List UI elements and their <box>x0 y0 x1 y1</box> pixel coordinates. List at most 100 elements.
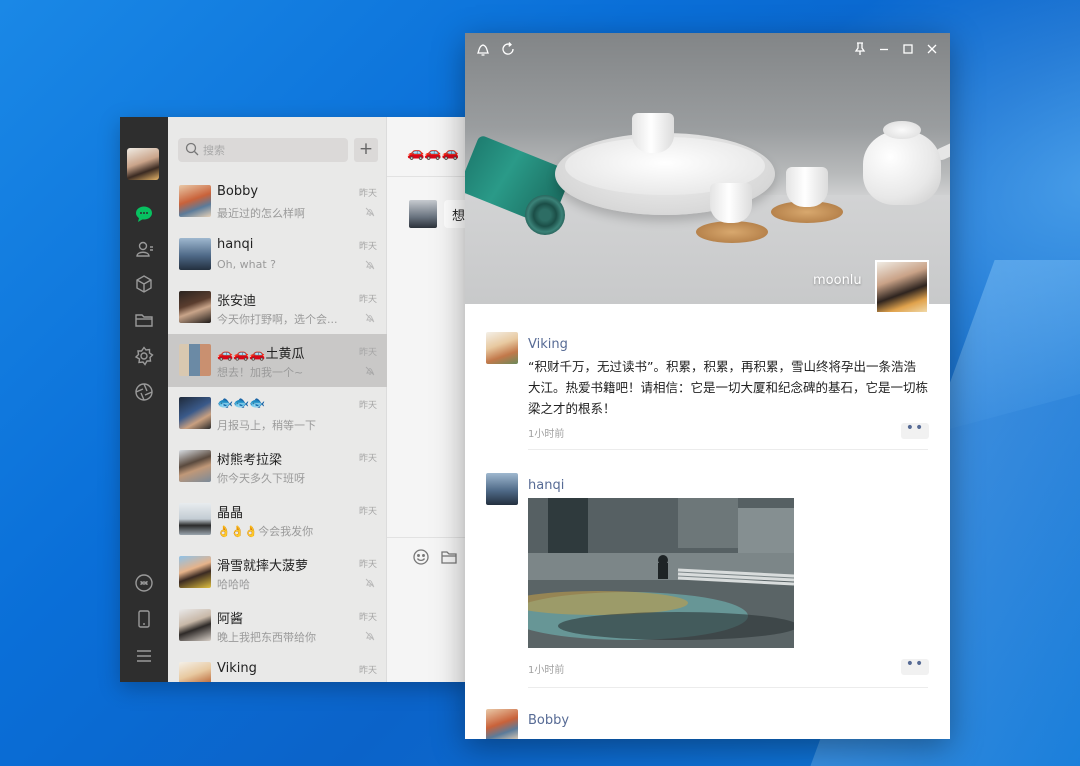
street-photo-image <box>528 498 794 648</box>
post-avatar[interactable] <box>486 709 518 739</box>
avatar <box>179 662 211 682</box>
chat-time: 昨天 <box>358 401 377 411</box>
avatar <box>179 344 211 376</box>
close-icon[interactable] <box>924 41 940 57</box>
avatar <box>179 185 211 217</box>
chat-icon[interactable] <box>133 203 155 225</box>
avatar <box>179 556 211 588</box>
phone-icon[interactable] <box>133 608 155 630</box>
cover-cup <box>632 113 674 153</box>
conversation-pane: 🚗🚗🚗 想 <box>387 117 470 682</box>
refresh-icon[interactable] <box>500 41 516 57</box>
chat-item-koala-liang[interactable]: 树熊考拉梁 你今天多久下班呀 昨天 <box>168 440 387 493</box>
cover-mat-roll <box>525 195 565 235</box>
post-avatar[interactable] <box>486 332 518 364</box>
post-photo[interactable] <box>528 498 794 648</box>
mute-bell-icon <box>365 366 375 376</box>
moments-window: moonlu Viking “积财千万，无过读书”。积累，积累，再积累，雪山终将… <box>465 33 950 739</box>
chat-item-viking[interactable]: Viking 昨天 <box>168 652 387 682</box>
chat-item-zhang-andi[interactable]: 张安迪 今天你打野啊，选个会... 昨天 <box>168 281 387 334</box>
chat-preview: 晚上我把东西带给你 <box>217 631 316 644</box>
avatar <box>179 238 211 270</box>
chat-item-ajiang[interactable]: 阿酱 晚上我把东西带给你 昨天 <box>168 599 387 652</box>
chat-preview: 最近过的怎么样啊 <box>217 207 305 220</box>
mute-bell-icon <box>365 313 375 323</box>
emoji-icon[interactable] <box>412 548 430 566</box>
chat-time: 昨天 <box>358 507 377 517</box>
folder-icon[interactable] <box>440 548 458 566</box>
maximize-icon[interactable] <box>900 41 916 57</box>
chat-preview: 想去！加我一个~ <box>217 366 304 379</box>
chat-item-fish[interactable]: 🐟🐟🐟 月报马上，稍等一下 昨天 <box>168 387 387 440</box>
cover-cup <box>786 167 828 207</box>
chat-item-bobby[interactable]: Bobby 最近过的怎么样啊 昨天 <box>168 175 387 228</box>
conversation-title: 🚗🚗🚗 <box>407 145 460 161</box>
chat-preview: 今天你打野啊，选个会... <box>217 313 338 326</box>
post-more-button[interactable]: •• <box>901 657 929 675</box>
settings-gear-icon[interactable] <box>133 345 155 367</box>
menu-icon[interactable] <box>133 645 155 667</box>
chat-name: 🚗🚗🚗土黄瓜 <box>217 347 305 362</box>
cover-teapot <box>863 131 941 205</box>
pin-icon[interactable] <box>852 41 868 57</box>
chat-name: 树熊考拉梁 <box>217 453 283 468</box>
moments-aperture-icon[interactable] <box>133 381 155 403</box>
search-icon <box>185 142 199 156</box>
avatar <box>179 609 211 641</box>
owner-name: moonlu <box>813 273 862 288</box>
post-more-button[interactable]: •• <box>901 421 929 439</box>
chat-name: hanqi <box>217 237 254 252</box>
search-box[interactable]: 搜索 <box>178 138 348 162</box>
mute-bell-icon <box>365 207 375 217</box>
chat-name: 🐟🐟🐟 <box>217 396 266 411</box>
avatar <box>179 291 211 323</box>
chat-name: Viking <box>217 661 257 676</box>
box-icon[interactable] <box>133 273 155 295</box>
post-author[interactable]: hanqi <box>528 478 564 493</box>
folder-icon[interactable] <box>133 309 155 331</box>
mute-bell-icon <box>365 260 375 270</box>
search-input[interactable]: 搜索 <box>203 142 225 158</box>
chat-time: 昨天 <box>358 242 377 252</box>
chat-item-jingjing[interactable]: 晶晶 👌👌👌今会我发你 昨天 <box>168 493 387 546</box>
chat-preview: Oh, what ? <box>217 258 276 271</box>
chat-time: 昨天 <box>358 454 377 464</box>
chat-item-tuhuanggua[interactable]: 🚗🚗🚗土黄瓜 想去！加我一个~ 昨天 <box>168 334 387 387</box>
chat-item-ski-pineapple[interactable]: 滑雪就摔大菠萝 哈哈哈 昨天 <box>168 546 387 599</box>
post-author[interactable]: Bobby <box>528 713 569 728</box>
message-avatar <box>409 200 437 228</box>
nav-sidebar <box>120 117 168 682</box>
cover-cup <box>710 183 752 223</box>
chat-preview: 哈哈哈 <box>217 578 250 591</box>
moment-post: hanqi 1小时前 •• <box>465 450 950 688</box>
post-avatar[interactable] <box>486 473 518 505</box>
post-text: “积财千万，无过读书”。积累，积累，再积累，雪山终将孕出一条浩浩大江。热爱书籍吧… <box>528 359 929 416</box>
avatar <box>179 503 211 535</box>
my-avatar[interactable] <box>127 148 159 180</box>
chat-time: 昨天 <box>358 613 377 623</box>
chat-time: 昨天 <box>358 189 377 199</box>
cover-coaster <box>696 221 768 243</box>
minimize-icon[interactable] <box>876 41 892 57</box>
contacts-icon[interactable] <box>133 238 155 260</box>
chat-name: 滑雪就摔大菠萝 <box>217 559 309 574</box>
message-input-area[interactable] <box>387 537 470 682</box>
conversation-header: 🚗🚗🚗 <box>387 117 470 177</box>
wechat-main-window: 搜索 + Bobby 最近过的怎么样啊 昨天 hanqi Oh, what ? … <box>120 117 470 682</box>
moment-post: Viking “积财千万，无过读书”。积累，积累，再积累，雪山终将孕出一条浩浩大… <box>465 304 950 450</box>
chat-preview: 👌👌👌今会我发你 <box>217 525 314 538</box>
avatar <box>179 397 211 429</box>
mini-program-icon[interactable] <box>133 572 155 594</box>
post-time: 1小时前 <box>528 665 565 676</box>
chat-item-hanqi[interactable]: hanqi Oh, what ? 昨天 <box>168 228 387 281</box>
chat-list: Bobby 最近过的怎么样啊 昨天 hanqi Oh, what ? 昨天 张安… <box>168 175 387 682</box>
bell-icon[interactable] <box>475 41 491 57</box>
add-button[interactable]: + <box>354 138 378 162</box>
chat-name: Bobby <box>217 184 259 199</box>
mute-bell-icon <box>365 578 375 588</box>
cover-teapot-lid <box>883 121 921 139</box>
post-time: 1小时前 <box>528 429 565 440</box>
chat-time: 昨天 <box>358 560 377 570</box>
post-author[interactable]: Viking <box>528 337 568 352</box>
chat-preview: 你今天多久下班呀 <box>217 472 305 485</box>
